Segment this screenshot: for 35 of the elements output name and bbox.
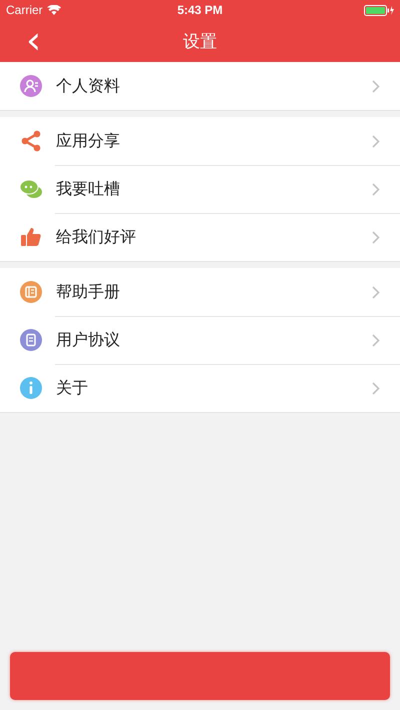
settings-row[interactable]: 给我们好评 bbox=[0, 213, 400, 261]
chevron-right-icon bbox=[372, 334, 380, 346]
book-icon bbox=[20, 281, 42, 303]
row-label: 个人资料 bbox=[56, 76, 120, 96]
row-label: 帮助手册 bbox=[56, 282, 120, 302]
row-label: 应用分享 bbox=[56, 130, 120, 152]
wifi-icon bbox=[46, 5, 61, 15]
action-button[interactable] bbox=[10, 652, 390, 700]
status-time: 5:43 PM bbox=[177, 3, 223, 17]
row-label: 关于 bbox=[56, 378, 88, 398]
chat-icon bbox=[19, 178, 43, 200]
chevron-right-icon bbox=[372, 382, 380, 394]
chevron-right-icon bbox=[372, 230, 380, 244]
settings-row[interactable]: 用户协议 bbox=[0, 316, 400, 364]
carrier-name: Carrier bbox=[6, 3, 43, 17]
settings-row[interactable]: 个人资料 bbox=[0, 62, 400, 110]
share-icon bbox=[20, 130, 42, 152]
thumbs-up-icon bbox=[20, 226, 42, 248]
row-label: 用户协议 bbox=[56, 330, 120, 350]
page-title: 设置 bbox=[183, 30, 217, 52]
settings-row[interactable]: 我要吐槽 bbox=[0, 165, 400, 213]
settings-row[interactable]: 应用分享 bbox=[0, 117, 400, 165]
chevron-right-icon bbox=[372, 286, 380, 298]
info-icon bbox=[20, 377, 42, 399]
settings-row[interactable]: 关于 bbox=[0, 364, 400, 412]
row-label: 给我们好评 bbox=[56, 226, 136, 248]
chevron-right-icon bbox=[372, 182, 380, 196]
settings-row[interactable]: 帮助手册 bbox=[0, 268, 400, 316]
chevron-right-icon bbox=[372, 80, 380, 92]
person-icon bbox=[20, 75, 42, 97]
chevron-right-icon bbox=[372, 134, 380, 148]
back-button[interactable]: ‹ bbox=[22, 22, 46, 58]
row-label: 我要吐槽 bbox=[56, 178, 120, 200]
document-icon bbox=[20, 329, 42, 351]
battery-icon bbox=[364, 4, 394, 16]
